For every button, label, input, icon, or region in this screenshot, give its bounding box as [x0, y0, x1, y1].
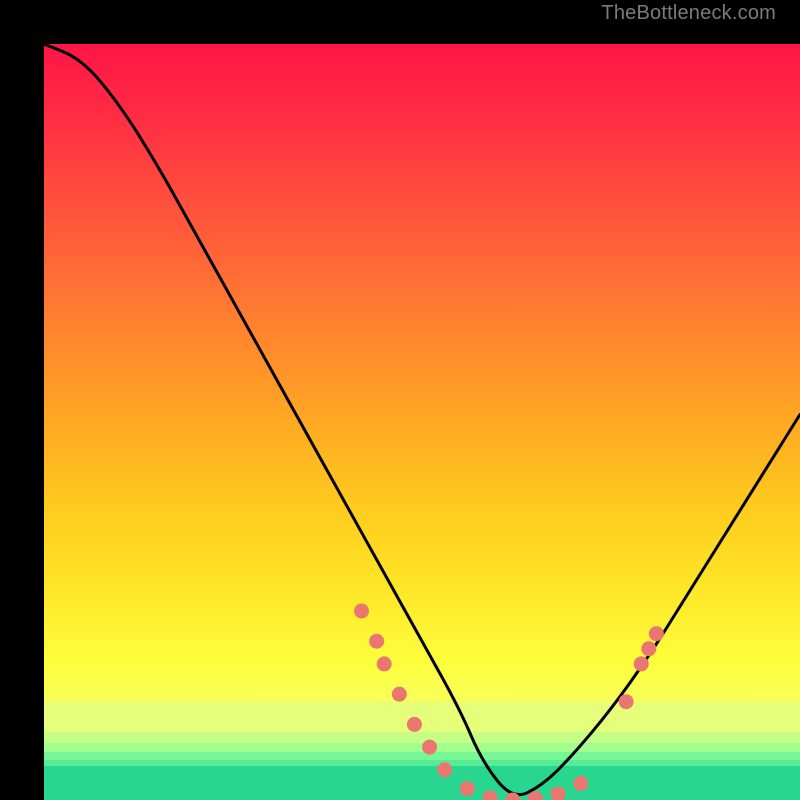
chart-svg: [44, 44, 800, 800]
data-marker: [619, 694, 634, 709]
data-marker: [392, 687, 407, 702]
data-marker: [634, 656, 649, 671]
bottleneck-curve: [44, 44, 800, 795]
data-marker: [573, 776, 588, 791]
data-marker: [483, 790, 498, 800]
data-marker: [407, 717, 422, 732]
data-marker: [354, 604, 369, 619]
data-marker: [649, 626, 664, 641]
data-marker: [460, 781, 475, 796]
chart-frame: [0, 0, 800, 800]
watermark-label: TheBottleneck.com: [601, 2, 776, 25]
data-marker: [422, 740, 437, 755]
data-marker: [641, 641, 656, 656]
data-marker: [551, 786, 566, 800]
data-marker: [377, 656, 392, 671]
data-marker: [369, 634, 384, 649]
plot-area: [44, 44, 800, 800]
data-marker: [437, 762, 452, 777]
